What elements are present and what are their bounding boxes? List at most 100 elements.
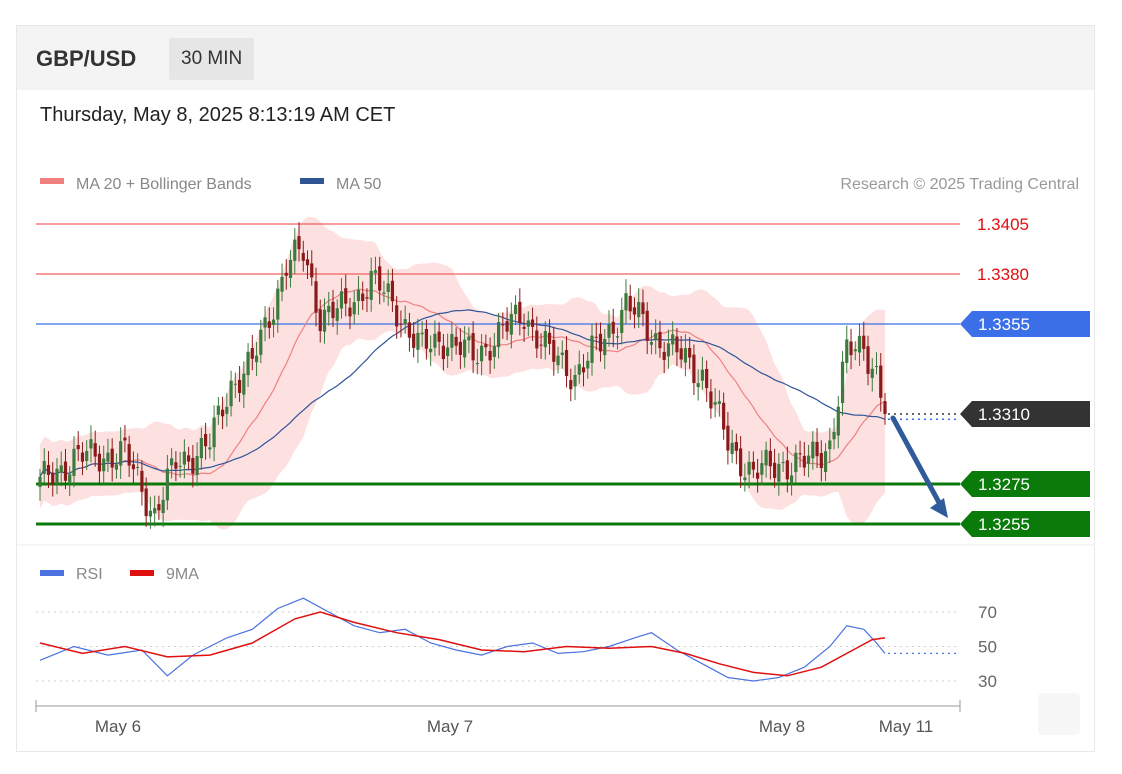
candle-body <box>454 336 458 346</box>
candle-body <box>734 441 738 451</box>
rsi-legend-swatch <box>40 570 64 576</box>
level-label-1.3405: 1.3405 <box>977 215 1029 234</box>
candle-body <box>492 346 496 357</box>
candle-body <box>305 259 310 266</box>
candle-body <box>80 452 85 462</box>
candle-body <box>688 347 692 358</box>
candle-body <box>89 439 93 449</box>
candle-body <box>433 333 437 348</box>
candle-body <box>114 464 119 470</box>
candle-body <box>501 324 505 326</box>
candle-body <box>72 448 76 476</box>
candle-body <box>845 339 849 363</box>
candle-body <box>654 333 658 341</box>
candle-body <box>535 330 539 349</box>
candle-body <box>254 355 259 363</box>
level-tag-text-1.3310: 1.3310 <box>978 405 1030 424</box>
candle-body <box>505 321 509 332</box>
candle-body <box>692 354 696 384</box>
candle-body <box>581 367 586 373</box>
candle-body <box>242 373 246 395</box>
candle-body <box>441 345 445 360</box>
candle-body <box>713 402 717 405</box>
candle-body <box>212 417 216 448</box>
candle-body <box>463 339 467 358</box>
candle-body <box>420 332 424 335</box>
candle-body <box>318 309 322 332</box>
candle-body <box>641 302 645 315</box>
candle-body <box>662 351 666 360</box>
x-tick-label: May 8 <box>759 717 805 736</box>
chart-svg: MA 20 + Bollinger Bands MA 50 Research ©… <box>17 176 1094 736</box>
candle-body <box>658 331 662 349</box>
candle-body <box>271 319 276 325</box>
level-label-1.3380: 1.3380 <box>977 265 1029 284</box>
candle-body <box>46 464 51 475</box>
candle-body <box>195 455 199 475</box>
candle-body <box>730 442 734 455</box>
candle-body <box>386 283 390 292</box>
candle-body <box>373 270 378 273</box>
candle-body <box>51 472 55 485</box>
candle-body <box>403 319 407 324</box>
candle-body <box>208 447 212 450</box>
candle-body <box>853 349 857 352</box>
candle-body <box>352 302 356 315</box>
candle-body <box>276 288 280 320</box>
candle-body <box>382 292 386 294</box>
price-legend: MA 20 + Bollinger Bands MA 50 Research ©… <box>40 176 1079 193</box>
candle-body <box>339 291 344 309</box>
candle-body <box>174 462 178 469</box>
candle-body <box>862 335 866 349</box>
candle-body <box>760 463 764 475</box>
rsi-legend-label: RSI <box>76 566 103 583</box>
candle-body <box>416 332 420 350</box>
candle-body <box>93 443 97 457</box>
candle-body <box>471 333 475 361</box>
candle-body <box>225 406 229 414</box>
candle-body <box>768 450 772 467</box>
candle-body <box>246 351 250 376</box>
candle-body <box>365 297 369 299</box>
rsi-ma-legend-label: 9MA <box>166 566 199 583</box>
candle-body <box>620 309 624 334</box>
candle-body <box>518 301 522 323</box>
candle-body <box>883 401 887 414</box>
candle-body <box>586 360 590 369</box>
candle-body <box>259 329 263 355</box>
candle-body <box>369 270 373 300</box>
x-axis: May 6 May 7 May 8 May 11 <box>35 700 961 736</box>
candle-body <box>811 441 815 459</box>
candle-body <box>789 475 794 484</box>
candle-body <box>220 409 225 417</box>
candle-body <box>815 441 819 457</box>
candle-body <box>297 236 301 250</box>
candle-body <box>458 341 462 355</box>
candle-body <box>594 336 598 338</box>
candle-body <box>102 458 106 472</box>
candle-body <box>263 317 267 328</box>
candle-body <box>267 321 271 328</box>
candle-body <box>161 499 165 514</box>
candle-body <box>361 293 365 301</box>
candle-body <box>569 380 573 390</box>
candle-body <box>250 348 254 359</box>
candle-body <box>229 380 233 407</box>
candle-body <box>849 341 853 356</box>
candle-body <box>140 470 144 492</box>
candle-body <box>560 352 564 356</box>
candle-body <box>513 304 518 315</box>
candle-body <box>798 453 802 455</box>
candle-body <box>356 289 361 302</box>
candle-body <box>700 369 705 381</box>
candle-body <box>705 368 709 389</box>
candle-body <box>679 348 683 360</box>
candle-body <box>76 444 80 450</box>
candle-body <box>165 468 169 501</box>
candle-body <box>395 305 399 327</box>
candle-body <box>552 340 556 362</box>
candle-body <box>696 383 700 388</box>
candle-body <box>475 362 479 365</box>
candle-body <box>603 339 607 356</box>
candle-body <box>530 319 535 327</box>
